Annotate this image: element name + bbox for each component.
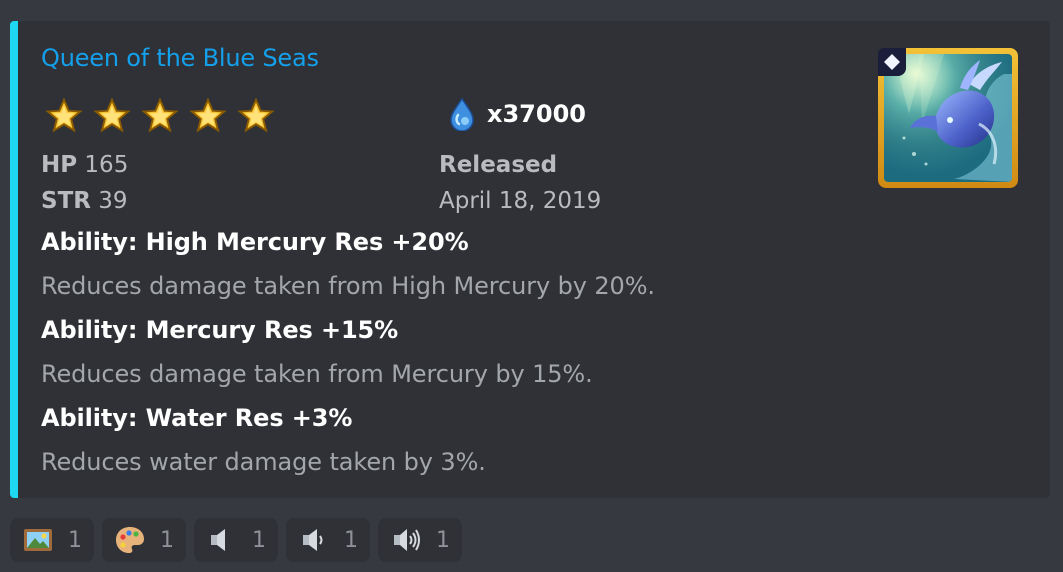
water-drop-icon bbox=[450, 97, 474, 131]
stat-hp-label: HP bbox=[41, 152, 78, 178]
star-icon bbox=[189, 97, 227, 133]
reaction-count: 1 bbox=[160, 527, 174, 553]
rarity-stars bbox=[45, 97, 275, 135]
currency-cost: x37000 bbox=[447, 97, 586, 131]
diamond-icon bbox=[878, 48, 906, 76]
embed-accent-bar bbox=[10, 21, 18, 498]
embed-card: Queen of the Blue Seas x37000 HP 165 STR… bbox=[10, 21, 1050, 498]
speaker-icon bbox=[211, 529, 225, 551]
ability-title: Ability: High Mercury Res +20% bbox=[41, 228, 469, 256]
embed-title-link[interactable]: Queen of the Blue Seas bbox=[41, 44, 319, 72]
star-icon bbox=[45, 97, 83, 133]
reaction-artist-palette[interactable]: 1 bbox=[102, 518, 186, 562]
reaction-count: 1 bbox=[344, 527, 358, 553]
stat-str-value: 39 bbox=[98, 188, 128, 214]
star-icon bbox=[237, 97, 275, 133]
released-date: April 18, 2019 bbox=[439, 188, 602, 214]
stat-str: STR 39 bbox=[41, 187, 128, 215]
reaction-speaker[interactable]: 1 bbox=[194, 518, 278, 562]
star-icon bbox=[93, 97, 131, 133]
reaction-count: 1 bbox=[436, 527, 450, 553]
reaction-bar: 1 1 1 1 1 bbox=[10, 518, 462, 562]
currency-amount: x37000 bbox=[487, 100, 586, 128]
ability-description: Reduces damage taken from High Mercury b… bbox=[41, 272, 655, 300]
reaction-count: 1 bbox=[252, 527, 266, 553]
reaction-count: 1 bbox=[68, 527, 82, 553]
ability-description: Reduces damage taken from Mercury by 15%… bbox=[41, 360, 593, 388]
reaction-speaker-low-volume[interactable]: 1 bbox=[286, 518, 370, 562]
stat-hp-value: 165 bbox=[84, 152, 129, 178]
reaction-framed-picture[interactable]: 1 bbox=[10, 518, 94, 562]
stat-hp: HP 165 bbox=[41, 151, 128, 179]
speaker-low-volume-icon bbox=[303, 529, 323, 551]
released-label: Released bbox=[439, 152, 558, 178]
embed-thumbnail[interactable] bbox=[878, 48, 1018, 188]
artist-palette-icon bbox=[116, 527, 144, 553]
speaker-high-volume-icon bbox=[394, 529, 420, 551]
ability-title: Ability: Water Res +3% bbox=[41, 404, 353, 432]
ability-title: Ability: Mercury Res +15% bbox=[41, 316, 399, 344]
ability-description: Reduces water damage taken by 3%. bbox=[41, 448, 486, 476]
framed-picture-icon bbox=[24, 529, 52, 551]
star-icon bbox=[141, 97, 179, 133]
reaction-speaker-high-volume[interactable]: 1 bbox=[378, 518, 462, 562]
stat-str-label: STR bbox=[41, 188, 91, 214]
